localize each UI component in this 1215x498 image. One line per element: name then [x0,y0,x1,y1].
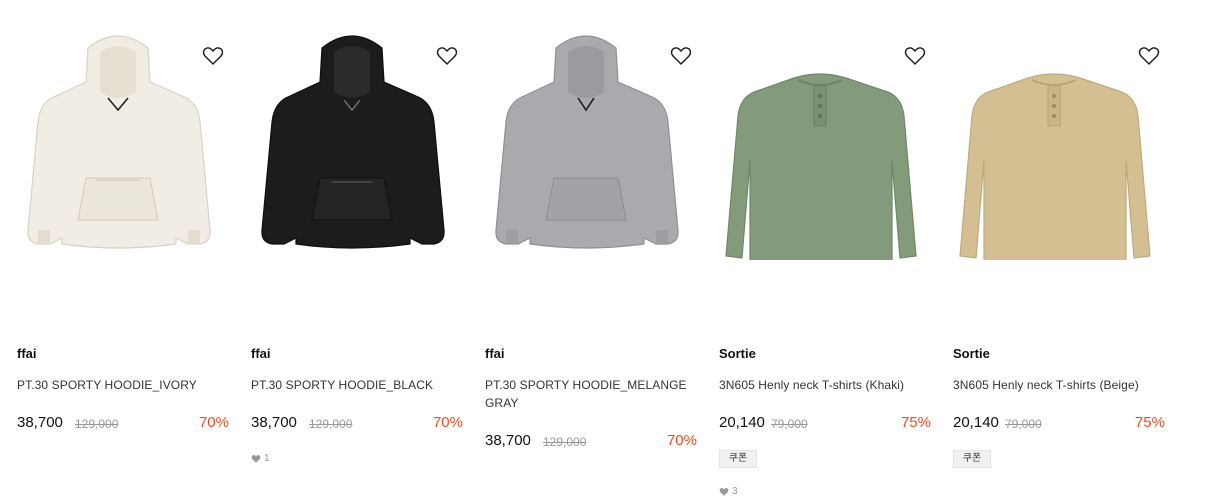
original-price: 129,000 [75,417,119,431]
like-count-value: 1 [264,453,270,464]
price-row: 38,700 129,000 70% [485,432,697,452]
sale-price: 38,700 [251,414,297,431]
product-name[interactable]: PT.30 SPORTY HOODIE_IVORY [17,376,227,394]
product-image[interactable] [702,30,936,260]
sale-price: 38,700 [17,414,63,431]
product-brand[interactable]: ffai [485,346,505,361]
like-count: 3 [719,486,738,497]
coupon-badge: 쿠폰 [953,450,991,468]
product-name[interactable]: 3N605 Henly neck T-shirts (Beige) [953,376,1163,394]
discount-rate: 75% [900,414,931,431]
discount-rate: 70% [666,432,697,449]
product-brand[interactable]: ffai [251,346,271,361]
product-brand[interactable]: Sortie [719,346,756,361]
product-image[interactable] [936,30,1170,260]
sale-price: 20,140 [953,414,999,431]
discount-rate: 75% [1134,414,1165,431]
product-image[interactable] [234,30,468,260]
sale-price: 38,700 [485,432,531,449]
wishlist-heart-icon[interactable] [435,44,459,68]
product-brand[interactable]: ffai [17,346,37,361]
product-grid: ffai PT.30 SPORTY HOODIE_IVORY 38,700 12… [0,0,1215,498]
product-name[interactable]: PT.30 SPORTY HOODIE_BLACK [251,376,461,394]
sale-price: 20,140 [719,414,765,431]
price-row: 20,140 79,000 75% [953,414,1165,434]
discount-rate: 70% [198,414,229,431]
price-row: 38,700 129,000 70% [17,414,229,434]
like-count: 1 [251,453,270,464]
heart-filled-icon [251,454,261,463]
discount-rate: 70% [432,414,463,431]
product-name[interactable]: 3N605 Henly neck T-shirts (Khaki) [719,376,929,394]
product-image[interactable] [0,30,234,260]
wishlist-heart-icon[interactable] [903,44,927,68]
original-price: 79,000 [1005,417,1042,431]
product-card[interactable]: ffai PT.30 SPORTY HOODIE_BLACK 38,700 12… [234,0,468,498]
original-price: 79,000 [771,417,808,431]
original-price: 129,000 [543,435,587,449]
price-row: 20,140 79,000 75% [719,414,931,434]
product-card[interactable]: ffai PT.30 SPORTY HOODIE_IVORY 38,700 12… [0,0,234,498]
wishlist-heart-icon[interactable] [201,44,225,68]
heart-filled-icon [719,487,729,496]
product-card[interactable]: Sortie 3N605 Henly neck T-shirts (Khaki)… [702,0,936,498]
price-row: 38,700 129,000 70% [251,414,463,434]
coupon-badge: 쿠폰 [719,450,757,468]
original-price: 129,000 [309,417,353,431]
product-name[interactable]: PT.30 SPORTY HOODIE_MELANGE GRAY [485,376,691,412]
product-card[interactable]: ffai PT.30 SPORTY HOODIE_MELANGE GRAY 38… [468,0,702,498]
product-image[interactable] [468,30,702,260]
like-count-value: 3 [732,486,738,497]
product-brand[interactable]: Sortie [953,346,990,361]
product-card[interactable]: Sortie 3N605 Henly neck T-shirts (Beige)… [936,0,1170,498]
wishlist-heart-icon[interactable] [1137,44,1161,68]
wishlist-heart-icon[interactable] [669,44,693,68]
